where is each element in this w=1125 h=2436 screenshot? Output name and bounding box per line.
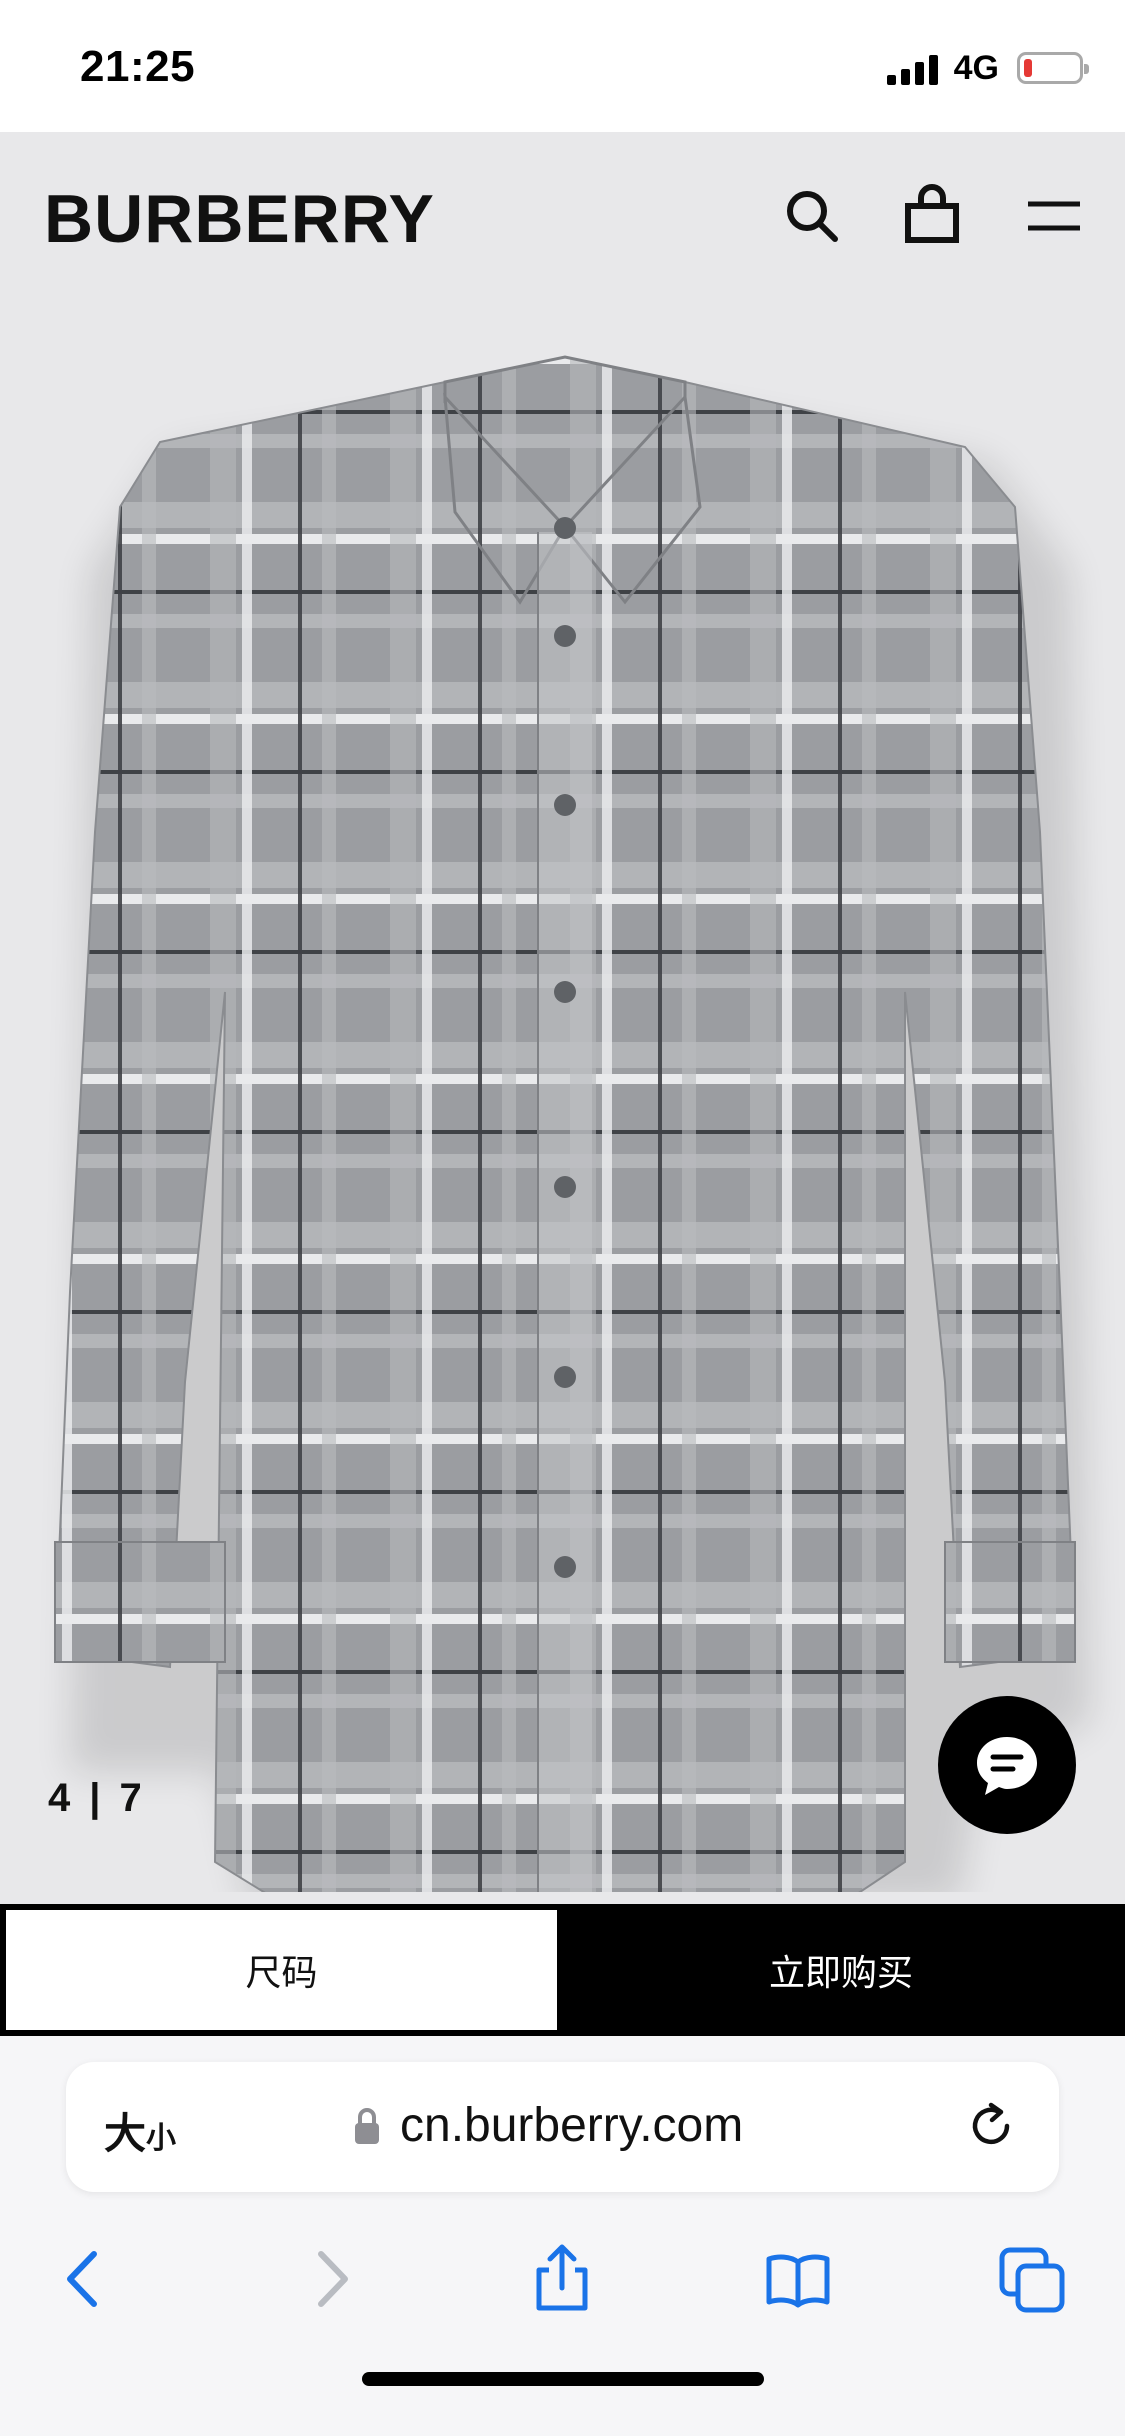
size-button[interactable]: 尺码 (6, 1910, 557, 2030)
text-size-small: 小 (146, 2121, 177, 2156)
text-size-large: 大 (104, 2109, 147, 2158)
product-image[interactable] (0, 272, 1125, 1892)
counter-separator: | (89, 1776, 102, 1820)
url-display[interactable]: cn.burberry.com (352, 2098, 743, 2153)
url-text: cn.burberry.com (400, 2099, 744, 2152)
status-bar: 21:25 4G (0, 0, 1125, 132)
network-label: 4G (953, 48, 999, 87)
lock-icon (355, 2107, 379, 2144)
product-gallery[interactable]: BURBERRY 4 | 7 (0, 132, 1125, 1904)
chat-button[interactable] (938, 1696, 1076, 1834)
back-icon[interactable] (50, 2244, 120, 2314)
search-icon[interactable] (780, 184, 844, 248)
counter-current: 4 (48, 1776, 72, 1820)
forward-icon[interactable] (295, 2244, 365, 2314)
bookmarks-icon[interactable] (763, 2244, 833, 2314)
address-bar[interactable]: 大小 cn.burberry.com (66, 2062, 1059, 2192)
purchase-bar: 尺码 立即购买 (0, 1904, 1125, 2036)
menu-icon[interactable] (1022, 184, 1086, 248)
status-time: 21:25 (80, 42, 196, 91)
signal-icon (886, 51, 938, 85)
browser-toolbar (0, 2226, 1125, 2336)
reload-icon[interactable] (961, 2096, 1021, 2156)
status-indicators: 4G (886, 48, 1089, 88)
brand-logo[interactable]: BURBERRY (44, 180, 435, 258)
buy-now-button[interactable]: 立即购买 (563, 1910, 1119, 2030)
battery-icon (1017, 52, 1089, 84)
chat-icon (977, 1737, 1037, 1795)
text-size-button[interactable]: 大小 (104, 2100, 176, 2161)
counter-total: 7 (119, 1776, 143, 1820)
image-counter: 4 | 7 (48, 1776, 143, 1821)
home-indicator[interactable] (362, 2372, 764, 2386)
tabs-icon[interactable] (998, 2244, 1068, 2314)
share-icon[interactable] (527, 2244, 597, 2314)
shopping-bag-icon[interactable] (900, 184, 964, 248)
